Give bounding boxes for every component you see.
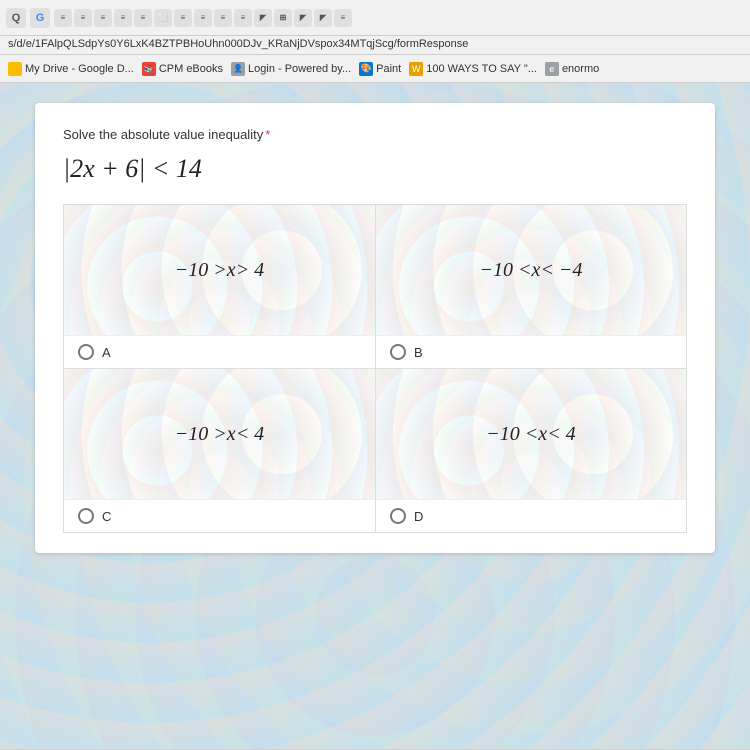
- toolbar-btn-14[interactable]: ◤: [314, 9, 332, 27]
- bookmark-cpm-label: CPM eBooks: [159, 63, 223, 75]
- radio-c[interactable]: [78, 508, 94, 524]
- option-card-b[interactable]: −10 < x < −4 B: [375, 204, 687, 369]
- option-card-c[interactable]: −10 > x < 4 C: [63, 369, 375, 533]
- toolbar-btn-7[interactable]: ≡: [174, 9, 192, 27]
- toolbar-btn-3[interactable]: ≡: [94, 9, 112, 27]
- option-c-math: −10 > x < 4: [64, 369, 375, 499]
- radio-a[interactable]: [78, 344, 94, 360]
- option-card-d[interactable]: −10 < x < 4 D: [375, 369, 687, 533]
- option-c-letter: C: [102, 509, 111, 524]
- enormo-icon: e: [545, 62, 559, 76]
- address-bar[interactable]: s/d/e/1FAlpQLSdpYs0Y6LxK4BZTPBHoUhn000DJ…: [0, 36, 750, 55]
- browser-icon-g[interactable]: G: [30, 8, 50, 28]
- form-card: Solve the absolute value inequality* |2x…: [35, 103, 715, 553]
- option-a-footer: A: [64, 335, 375, 368]
- cpm-icon: 📚: [142, 62, 156, 76]
- toolbar-btn-4[interactable]: ≡: [114, 9, 132, 27]
- drive-icon: [8, 62, 22, 76]
- radio-d[interactable]: [390, 508, 406, 524]
- bookmark-login[interactable]: 👤 Login - Powered by...: [231, 62, 351, 76]
- toolbar-btn-8[interactable]: ≡: [194, 9, 212, 27]
- toolbar-btn-15[interactable]: ≡: [334, 9, 352, 27]
- browser-toolbar: Q G ≡ ≡ ≡ ≡ ≡ ⬜ ≡ ≡ ≡ ≡ ◤ ⊞ ◤ ◤ ≡: [0, 0, 750, 36]
- address-text: s/d/e/1FAlpQLSdpYs0Y6LxK4BZTPBHoUhn000DJ…: [8, 38, 468, 50]
- option-c-footer: C: [64, 499, 375, 532]
- toolbar-btn-13[interactable]: ◤: [294, 9, 312, 27]
- bookmarks-bar: My Drive - Google D... 📚 CPM eBooks 👤 Lo…: [0, 55, 750, 83]
- option-b-math: −10 < x < −4: [376, 205, 686, 335]
- bookmark-enormo-label: enormo: [562, 63, 599, 75]
- toolbar-btn-10[interactable]: ≡: [234, 9, 252, 27]
- bookmark-ways-label: 100 WAYS TO SAY "...: [426, 63, 537, 75]
- bookmark-ways[interactable]: W 100 WAYS TO SAY "...: [409, 62, 537, 76]
- option-b-footer: B: [376, 335, 686, 368]
- question-label: Solve the absolute value inequality*: [63, 127, 687, 142]
- bookmark-paint-label: Paint: [376, 63, 401, 75]
- toolbar-btn-5[interactable]: ≡: [134, 9, 152, 27]
- toolbar-btn-12[interactable]: ⊞: [274, 9, 292, 27]
- radio-b[interactable]: [390, 344, 406, 360]
- toolbar-btn-2[interactable]: ≡: [74, 9, 92, 27]
- bookmark-drive-label: My Drive - Google D...: [25, 63, 134, 75]
- bookmark-cpm[interactable]: 📚 CPM eBooks: [142, 62, 223, 76]
- bookmark-drive[interactable]: My Drive - Google D...: [8, 62, 134, 76]
- toolbar-btn-6[interactable]: ⬜: [154, 9, 172, 27]
- browser-icon-q[interactable]: Q: [6, 8, 26, 28]
- option-a-letter: A: [102, 345, 111, 360]
- question-text: Solve the absolute value inequality: [63, 127, 263, 142]
- bookmark-enormo[interactable]: e enormo: [545, 62, 599, 76]
- option-d-math: −10 < x < 4: [376, 369, 686, 499]
- bookmark-login-label: Login - Powered by...: [248, 63, 351, 75]
- option-d-footer: D: [376, 499, 686, 532]
- option-card-a[interactable]: −10 > x > 4 A: [63, 204, 375, 369]
- login-icon: 👤: [231, 62, 245, 76]
- page-content: Solve the absolute value inequality* |2x…: [0, 83, 750, 749]
- bookmark-paint[interactable]: 🎨 Paint: [359, 62, 401, 76]
- math-equation: |2x + 6| < 14: [63, 154, 687, 184]
- option-a-math: −10 > x > 4: [64, 205, 375, 335]
- toolbar-btn-11[interactable]: ◤: [254, 9, 272, 27]
- toolbar-btn-9[interactable]: ≡: [214, 9, 232, 27]
- options-grid: −10 > x > 4 A −10 < x < −4 B: [63, 204, 687, 533]
- option-d-letter: D: [414, 509, 423, 524]
- required-star: *: [265, 127, 270, 142]
- toolbar-btn-1[interactable]: ≡: [54, 9, 72, 27]
- toolbar-icons: ≡ ≡ ≡ ≡ ≡ ⬜ ≡ ≡ ≡ ≡ ◤ ⊞ ◤ ◤ ≡: [54, 9, 352, 27]
- paint-icon: 🎨: [359, 62, 373, 76]
- ways-icon: W: [409, 62, 423, 76]
- option-b-letter: B: [414, 345, 423, 360]
